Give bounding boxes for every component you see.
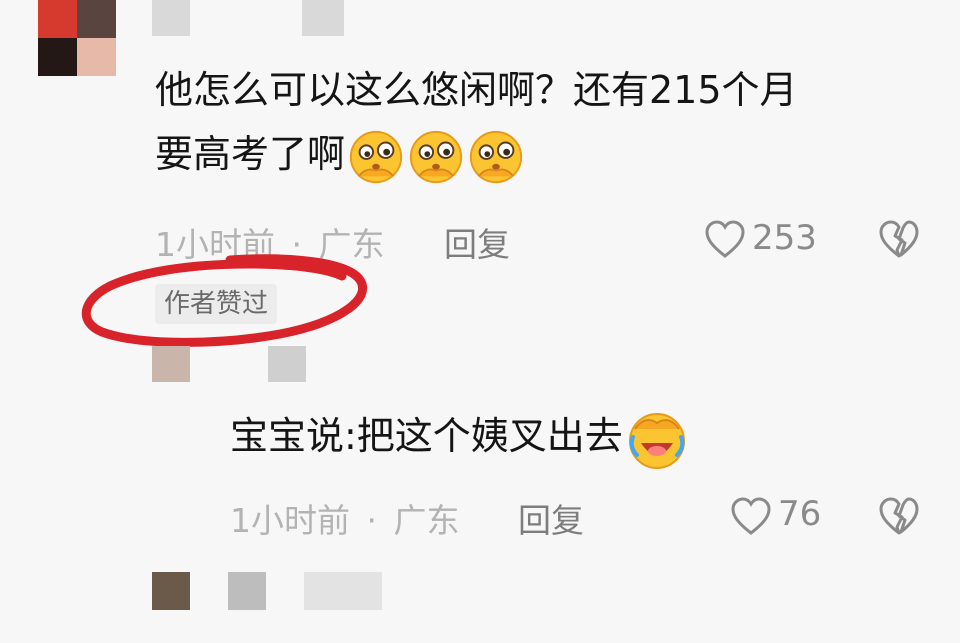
like-count: 76 — [778, 494, 822, 534]
reply-button[interactable]: 回复 — [518, 494, 584, 542]
comment-line-1: 他怎么可以这么悠闲啊？还有215个月 — [155, 68, 798, 112]
dislike-broken-heart-icon[interactable] — [878, 220, 920, 260]
thinking-face-emoji — [347, 128, 405, 186]
comment-line-2-text: 要高考了啊 — [155, 132, 346, 176]
username-redacted[interactable] — [228, 572, 266, 610]
avatar[interactable] — [152, 346, 190, 382]
reply-comment-body: 宝宝说:把这个姨叉出去 — [230, 404, 689, 471]
username-redacted[interactable] — [302, 0, 344, 36]
location: 广东 — [393, 501, 460, 540]
like-heart-icon[interactable] — [704, 220, 746, 260]
comment-line-2: 要高考了啊 — [155, 122, 915, 186]
reply-comment-text: 宝宝说:把这个姨叉出去 — [230, 414, 623, 458]
thinking-face-emoji — [407, 128, 465, 186]
username-redacted[interactable] — [152, 0, 190, 36]
thinking-face-emoji — [467, 128, 525, 186]
reply-button[interactable]: 回复 — [444, 218, 510, 266]
reply-comment-meta: 1小时前 · 广东 — [230, 494, 460, 542]
red-annotation-circle — [81, 254, 368, 347]
dislike-broken-heart-icon[interactable] — [878, 497, 920, 537]
timestamp: 1小时前 — [230, 501, 350, 540]
avatar[interactable] — [152, 572, 190, 610]
username-redacted[interactable] — [268, 346, 306, 382]
like-count: 253 — [752, 218, 817, 258]
separator-dot: · — [366, 501, 378, 540]
like-heart-icon[interactable] — [730, 497, 772, 537]
avatar[interactable] — [38, 0, 116, 76]
username-redacted[interactable] — [304, 572, 382, 610]
laughing-crying-emoji — [625, 407, 689, 471]
comment-body: 他怎么可以这么悠闲啊？还有215个月 要高考了啊 — [155, 58, 915, 186]
